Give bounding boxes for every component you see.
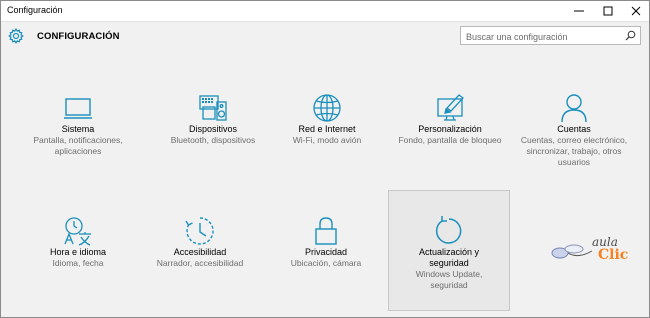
minimize-button[interactable] [566, 1, 592, 21]
close-icon [631, 6, 641, 16]
gear-icon [8, 28, 24, 44]
tile-label: Red e Internet [298, 124, 356, 134]
tile-label: Actualización y seguridad [418, 247, 480, 268]
tile-red-e-internet[interactable]: Red e Internet Wi-Fi, modo avión [267, 92, 387, 146]
logo-text-clic: Clic [598, 247, 629, 263]
tile-cuentas[interactable]: Cuentas Cuentas, correo electrónico, sin… [514, 92, 634, 168]
tile-description: Bluetooth, dispositivos [170, 135, 256, 145]
tile-label: Personalización [418, 124, 482, 134]
globe-icon [313, 94, 341, 122]
padlock-icon [315, 217, 337, 245]
tile-description: Narrador, accesibilidad [156, 258, 244, 268]
tile-description: Windows Update, seguridad [415, 269, 483, 290]
tile-label: Accesibilidad [173, 247, 227, 257]
tile-description: Ubicación, cámara [290, 258, 362, 268]
keyboard-speaker-icon [199, 95, 227, 121]
accessibility-clock-icon [185, 217, 214, 245]
tile-label: Dispositivos [188, 124, 237, 134]
tile-sistema[interactable]: Sistema Pantalla, notificaciones, aplica… [18, 92, 138, 157]
tile-actualizacion-y-seguridad[interactable]: Actualización y seguridad Windows Update… [388, 190, 510, 311]
tile-personalizacion[interactable]: Personalización Fondo, pantalla de bloqu… [390, 92, 510, 146]
window-title: Configuración [7, 5, 63, 15]
page-title: CONFIGURACIÓN [37, 31, 120, 42]
time-language-icon [64, 217, 91, 246]
minimize-icon [574, 10, 584, 12]
tile-label: Privacidad [304, 247, 348, 257]
search-icon[interactable] [625, 30, 636, 41]
tile-hora-e-idioma[interactable]: Hora e idioma Idioma, fecha [18, 215, 138, 269]
tile-description: Idioma, fecha [52, 258, 104, 268]
tile-label: Cuentas [557, 124, 591, 134]
settings-window: Configuración CONFIGURACIÓN Buscar una c… [0, 0, 650, 318]
monitor-icon [64, 98, 92, 119]
tile-accesibilidad[interactable]: Accesibilidad Narrador, accesibilidad [140, 215, 260, 269]
refresh-icon [435, 216, 462, 244]
tile-description: Cuentas, correo electrónico, sincronizar… [520, 135, 628, 167]
paintbrush-monitor-icon [437, 94, 464, 121]
person-icon [561, 94, 587, 123]
tile-privacidad[interactable]: Privacidad Ubicación, cámara [266, 215, 386, 269]
mouse-logo-icon [551, 244, 593, 259]
aulaclic-logo: aula Clic [550, 235, 630, 267]
search-input[interactable] [461, 28, 626, 46]
tile-description: Fondo, pantalla de bloqueo [398, 135, 502, 145]
tile-label: Hora e idioma [49, 247, 107, 257]
tile-dispositivos[interactable]: Dispositivos Bluetooth, dispositivos [153, 92, 273, 146]
tile-label: Sistema [61, 124, 95, 134]
search-box[interactable] [460, 26, 641, 46]
title-bar[interactable]: Configuración [1, 1, 649, 22]
maximize-icon [603, 6, 613, 16]
tile-description: Pantalla, notificaciones, aplicaciones [33, 135, 123, 156]
maximize-button[interactable] [595, 1, 621, 21]
tile-description: Wi-Fi, modo avión [292, 135, 362, 145]
close-button[interactable] [623, 1, 649, 21]
